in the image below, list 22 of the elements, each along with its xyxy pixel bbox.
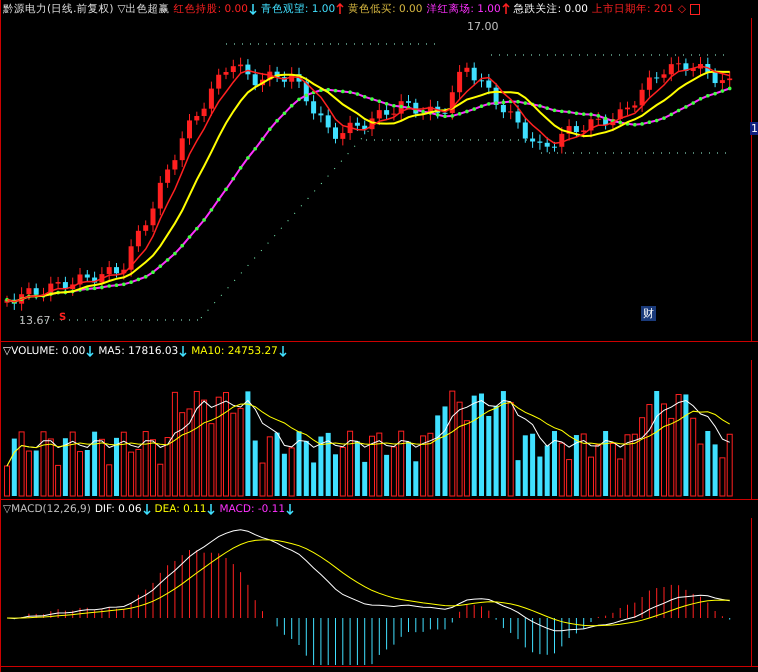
finance-badge[interactable]: 财 xyxy=(641,306,656,321)
indicator-reading: DEA: 0.11 xyxy=(154,503,206,515)
indicator-reading: 上市日期年: 201 xyxy=(592,2,674,16)
indicator-reading: 红色持股: 0.00 xyxy=(174,2,248,16)
high-price-label: 17.00 xyxy=(467,20,498,33)
low-price-label: 13.67 xyxy=(19,314,50,327)
indicator-reading: 青色观望: 1.00 xyxy=(260,2,336,16)
indicator-reading: DIF: 0.06 xyxy=(94,503,142,515)
indicator-reading: 洋红离场: 1.00 xyxy=(426,2,501,16)
indicator-reading: MA5: 17816.03 xyxy=(98,345,178,357)
price-tag: 1 xyxy=(750,122,758,135)
indicator-reading: MA10: 24753.27 xyxy=(191,345,278,357)
sell-signal-marker: S xyxy=(59,312,66,323)
diamond-mark: ◇ xyxy=(678,3,686,15)
indicator-reading: ▽VOLUME: 0.00 xyxy=(3,345,86,357)
indicator-reading: 黄色低买: 0.00 xyxy=(348,2,422,16)
indicator-reading: 急跌关注: 0.00 xyxy=(514,2,588,16)
indicator-reading: MACD: -0.11 xyxy=(219,503,286,515)
indicator-reading: ▽MACD(12,26,9) xyxy=(3,503,91,515)
formula-name: ▽出色超赢 xyxy=(118,2,170,16)
stock-title: 黔源电力(日线.前复权) xyxy=(3,2,114,16)
window-icon[interactable] xyxy=(690,4,700,14)
